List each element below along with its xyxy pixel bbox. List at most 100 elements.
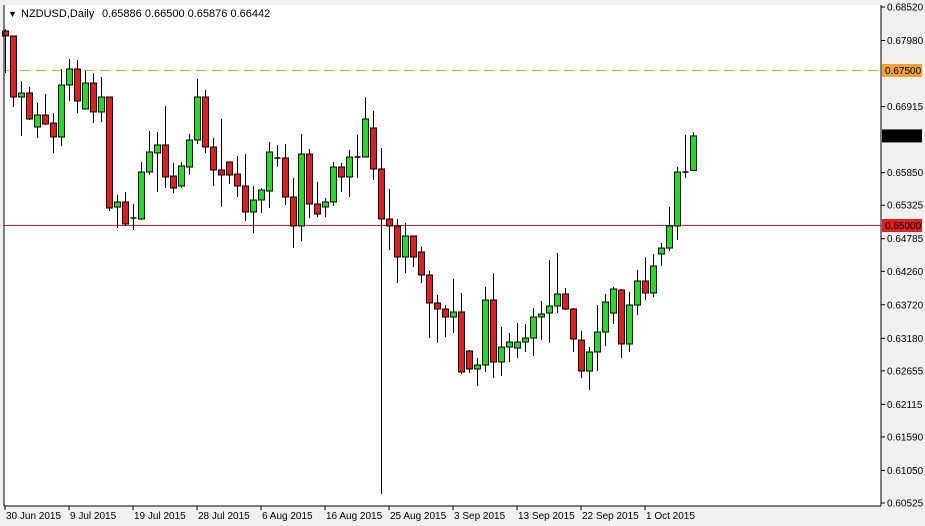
candle-body-bull — [362, 118, 369, 158]
candle-body-bear — [170, 175, 177, 189]
price-level-label: 0.67500 — [885, 66, 922, 77]
candle-body-bull — [602, 301, 609, 333]
candle-body-bull — [402, 235, 409, 258]
candle[interactable] — [482, 286, 489, 373]
time-tick-label: 6 Aug 2015 — [262, 511, 313, 522]
candle-body-bear — [42, 114, 49, 125]
candle-body-bull — [546, 305, 553, 314]
candle[interactable] — [330, 161, 337, 207]
candle-body-bull — [82, 82, 89, 110]
candle-body-bull — [594, 331, 601, 353]
candle-body-bull — [298, 153, 305, 227]
candle-body-bear — [234, 173, 241, 187]
candle-body-bull — [66, 68, 73, 86]
candle-body-bear — [122, 201, 129, 225]
candle-body-bear — [490, 299, 497, 363]
candle-body-bull — [98, 96, 105, 113]
candle[interactable] — [10, 35, 17, 108]
time-tick-label: 16 Aug 2015 — [326, 511, 383, 522]
dropdown-arrow-icon[interactable]: ▼ — [8, 9, 17, 19]
candle-body-bull — [658, 247, 665, 255]
candle-body-bear — [282, 157, 289, 198]
candle-body-bear — [202, 96, 209, 148]
ohlc-readout: 0.65886 0.66500 0.65876 0.66442 — [102, 8, 270, 20]
candle-body-bear — [26, 92, 33, 120]
candle-body-bear — [2, 30, 9, 37]
candle-body-bull — [250, 199, 257, 213]
candle-body-bull — [610, 288, 617, 314]
price-tick-label: 0.65325 — [887, 201, 924, 212]
candle-body-bull — [266, 151, 273, 192]
time-tick-label: 30 Jun 2015 — [6, 511, 61, 522]
time-tick-label: 25 Aug 2015 — [390, 511, 447, 522]
candle-body-bear — [418, 251, 425, 276]
candle[interactable] — [106, 96, 113, 211]
candle-body-bear — [90, 82, 97, 113]
price-tick-label: 0.61050 — [887, 466, 924, 477]
candle-body-bear — [386, 218, 393, 227]
price-level-label: 0.65000 — [885, 221, 922, 232]
candle-body-bear — [378, 168, 385, 220]
candle[interactable] — [202, 90, 209, 153]
candle-body-bear — [434, 302, 441, 310]
time-tick-label: 13 Sep 2015 — [518, 511, 575, 522]
price-tick-label: 0.68520 — [887, 3, 924, 14]
candle-body-bull — [538, 313, 545, 318]
candle-body-bull — [154, 144, 161, 154]
candle[interactable] — [690, 132, 697, 172]
symbol-timeframe: NZDUSD,Daily — [21, 8, 95, 20]
candle-body-bear — [218, 169, 225, 176]
time-tick-label: 28 Jul 2015 — [198, 511, 250, 522]
candle-body-bull — [258, 189, 265, 201]
candlestick-chart[interactable]: 0.68520 0.67980 0.66915 0.65850 0.65325 0.647… — [0, 0, 925, 526]
candle-body-bear — [74, 68, 81, 102]
current-price-label: 0.66442 — [885, 131, 922, 142]
candle-body-bear — [370, 127, 377, 170]
candle-body-bear — [290, 196, 297, 227]
candle-body-bull — [138, 171, 145, 220]
price-tick-label: 0.62655 — [887, 366, 924, 377]
price-tick-label: 0.64260 — [887, 267, 924, 278]
time-tick-label: 19 Jul 2015 — [134, 511, 186, 522]
price-tick-label: 0.63180 — [887, 334, 924, 345]
candle-body-bear — [106, 96, 113, 209]
price-tick-label: 0.62115 — [887, 400, 923, 411]
candle-body-bull — [634, 280, 641, 306]
time-tick-label: 22 Sep 2015 — [582, 511, 639, 522]
candle-body-bull — [690, 135, 697, 171]
candle-body-bear — [394, 225, 401, 258]
candle-body-bear — [578, 339, 585, 372]
time-axis: 30 Jun 2015 9 Jul 2015 19 Jul 2015 28 Jul 2… — [4, 506, 695, 522]
candle[interactable] — [178, 161, 185, 189]
candle-body-bull — [114, 201, 121, 208]
candle-body-bull — [330, 166, 337, 203]
price-tick-label: 0.61590 — [887, 432, 924, 443]
time-tick-label: 3 Sep 2015 — [454, 511, 506, 522]
candle-body-bull — [18, 92, 25, 98]
price-tick-label: 0.63720 — [887, 300, 924, 311]
candle-body-bull — [626, 304, 633, 345]
candle-body-bear — [618, 289, 625, 345]
candle-body-bull — [450, 311, 457, 318]
candle-body-bull — [554, 293, 561, 307]
price-tick-label: 0.66915 — [887, 102, 924, 113]
price-tick-label: 0.65850 — [887, 168, 924, 179]
candle-body-bull — [666, 225, 673, 249]
candle-body-bull — [146, 151, 153, 173]
candle-body-bear — [570, 308, 577, 340]
candle-body-bear — [226, 161, 233, 176]
candle-body-bear — [50, 122, 57, 138]
candle-body-bear — [210, 146, 217, 171]
candle-body-bull — [514, 341, 521, 349]
candle-body-bull — [178, 165, 185, 187]
candle-body-bear — [162, 144, 169, 178]
price-tick-label: 0.64785 — [887, 234, 924, 245]
candle-body-bear — [10, 35, 17, 98]
candle-body-bull — [474, 364, 481, 370]
chart-window: 0.68520 0.67980 0.66915 0.65850 0.65325 0.647… — [0, 0, 925, 526]
plot-area — [4, 5, 881, 506]
candle-body-bear — [642, 280, 649, 294]
price-axis: 0.68520 0.67980 0.66915 0.65850 0.65325 0.647… — [881, 3, 924, 510]
candle-body-bear — [466, 350, 473, 370]
candle-body-bull — [674, 171, 681, 227]
